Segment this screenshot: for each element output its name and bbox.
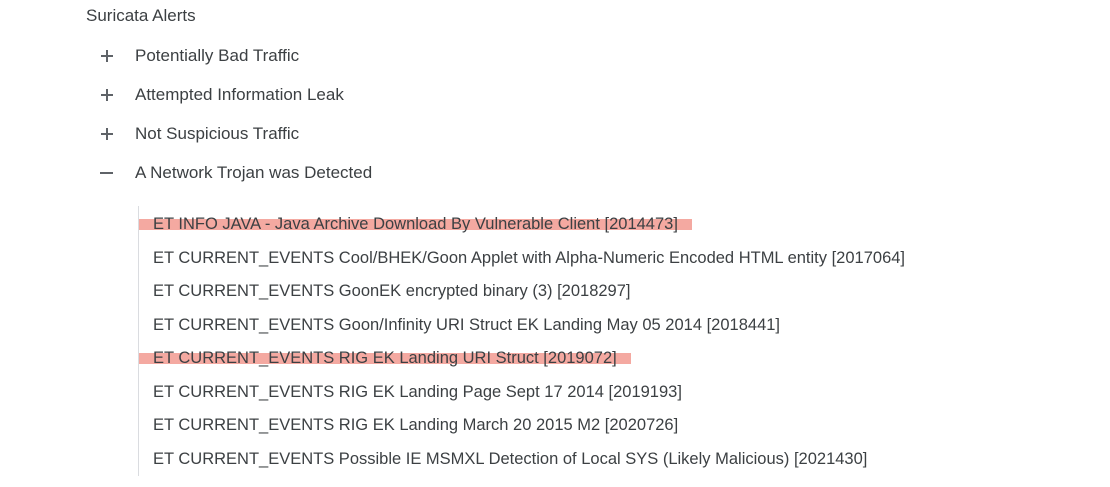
category-label: Potentially Bad Traffic [135, 46, 300, 65]
alert-text: ET CURRENT_EVENTS GoonEK encrypted binar… [153, 281, 631, 300]
plus-icon[interactable] [98, 47, 116, 65]
minus-icon[interactable] [98, 164, 116, 182]
category-attempted-information-leak[interactable]: Attempted Information Leak [98, 83, 344, 107]
alert-text: ET INFO JAVA - Java Archive Download By … [153, 214, 678, 233]
plus-icon[interactable] [98, 125, 116, 143]
alert-text: ET CURRENT_EVENTS Cool/BHEK/Goon Applet … [153, 248, 906, 267]
category-label: A Network Trojan was Detected [135, 163, 373, 182]
category-label: Attempted Information Leak [135, 85, 344, 104]
alert-item: ET CURRENT_EVENTS RIG EK Landing URI Str… [139, 346, 631, 370]
alert-list: ET INFO JAVA - Java Archive Download By … [138, 206, 1099, 476]
alert-text: ET CURRENT_EVENTS RIG EK Landing URI Str… [153, 348, 617, 367]
alert-item: ET CURRENT_EVENTS GoonEK encrypted binar… [139, 279, 631, 303]
alert-item: ET CURRENT_EVENTS Cool/BHEK/Goon Applet … [139, 246, 905, 270]
alert-text: ET CURRENT_EVENTS RIG EK Landing March 2… [153, 415, 679, 434]
alert-item: ET CURRENT_EVENTS RIG EK Landing March 2… [139, 413, 678, 437]
alert-text: ET CURRENT_EVENTS Goon/Infinity URI Stru… [153, 315, 780, 334]
alert-text: ET CURRENT_EVENTS Possible IE MSMXL Dete… [153, 449, 868, 468]
alert-item: ET CURRENT_EVENTS RIG EK Landing Page Se… [139, 380, 682, 404]
category-not-suspicious-traffic[interactable]: Not Suspicious Traffic [98, 122, 299, 146]
section-title: Suricata Alerts [86, 6, 196, 25]
alert-text: ET CURRENT_EVENTS RIG EK Landing Page Se… [153, 382, 682, 401]
alert-item: ET CURRENT_EVENTS Goon/Infinity URI Stru… [139, 313, 780, 337]
category-label: Not Suspicious Traffic [135, 124, 300, 143]
alert-item: ET INFO JAVA - Java Archive Download By … [139, 212, 692, 236]
category-potentially-bad-traffic[interactable]: Potentially Bad Traffic [98, 44, 299, 68]
category-network-trojan-detected[interactable]: A Network Trojan was Detected [98, 161, 372, 185]
alert-item: ET CURRENT_EVENTS Possible IE MSMXL Dete… [139, 447, 867, 471]
plus-icon[interactable] [98, 86, 116, 104]
